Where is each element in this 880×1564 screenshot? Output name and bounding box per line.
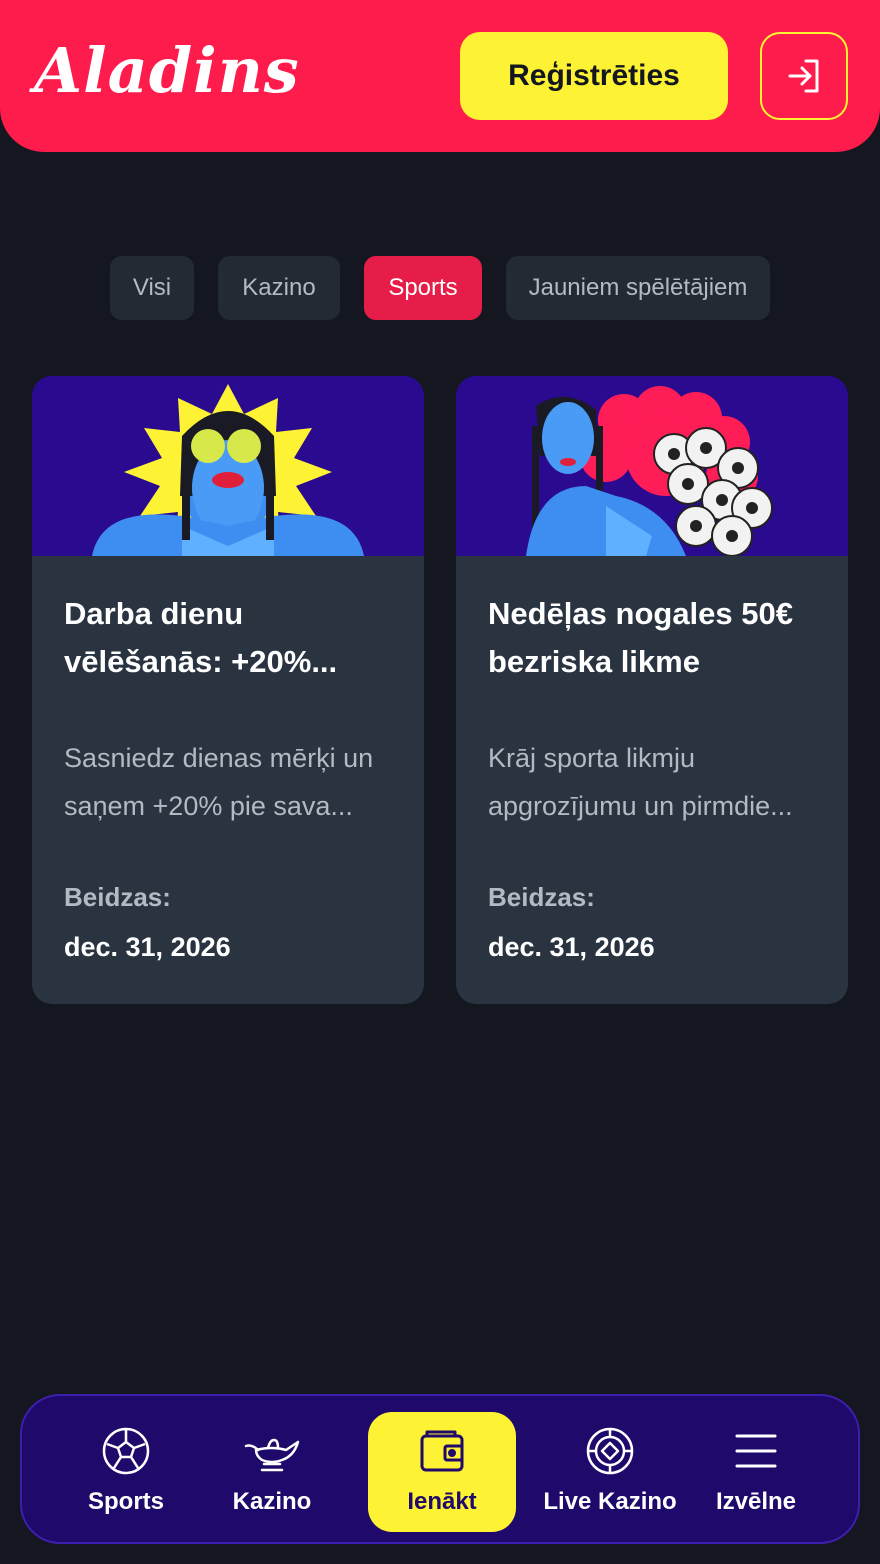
nav-item-sports[interactable]: Sports xyxy=(68,1412,184,1532)
promo-banner-image xyxy=(32,376,424,556)
promo-ends-date: dec. 31, 2026 xyxy=(64,932,231,962)
nav-label: Sports xyxy=(87,1488,164,1515)
promo-description: Sasniedz dienas mērķi un saņem +20% pie … xyxy=(64,743,374,821)
nav-item-live-casino[interactable]: Live Kazino xyxy=(543,1412,677,1532)
promo-ends-label: Beidzas: xyxy=(64,882,171,912)
promo-card[interactable]: Darba dienu vēlēšanās: +20%... Sasniedz … xyxy=(32,376,424,1004)
nav-label: Izvēlne xyxy=(715,1488,797,1515)
promo-title: Darba dienu vēlēšanās: +20%... xyxy=(64,596,338,679)
login-arrow-icon xyxy=(788,59,819,93)
filter-tab-new-players[interactable]: Jauniem spēlētājiem xyxy=(506,256,770,320)
login-button[interactable] xyxy=(760,32,848,120)
promo-ends-label: Beidzas: xyxy=(488,882,595,912)
filter-tab-casino[interactable]: Kazino xyxy=(218,256,340,320)
nav-item-menu[interactable]: Izvēlne xyxy=(698,1412,814,1532)
nav-item-casino[interactable]: Kazino xyxy=(214,1412,330,1532)
casino-chip-icon xyxy=(586,1427,634,1475)
brand-logo[interactable]: Aladins xyxy=(34,40,300,102)
promo-banner-image xyxy=(456,376,848,556)
promo-description: Krāj sporta likmju apgrozījumu un pirmdi… xyxy=(488,743,793,821)
wallet-icon xyxy=(420,1430,464,1472)
bottom-navigation: Sports Kazino Ienākt Live Kazino Izvēlne xyxy=(20,1394,860,1544)
soccer-ball-icon xyxy=(102,1427,150,1475)
promo-filter-tabs: Visi Kazino Sports Jauniem spēlētājiem xyxy=(0,256,880,320)
filter-tab-sports[interactable]: Sports xyxy=(364,256,482,320)
filter-tab-all[interactable]: Visi xyxy=(110,256,194,320)
promo-title: Nedēļas nogales 50€ bezriska likme xyxy=(488,596,793,679)
nav-label: Ienākt xyxy=(407,1488,477,1515)
nav-label: Kazino xyxy=(232,1488,312,1515)
promo-ends-date: dec. 31, 2026 xyxy=(488,932,655,962)
nav-label: Live Kazino xyxy=(543,1488,677,1515)
promo-card[interactable]: Nedēļas nogales 50€ bezriska likme Krāj … xyxy=(456,376,848,1004)
menu-icon xyxy=(735,1434,777,1468)
register-button[interactable]: Reģistrēties xyxy=(460,32,728,120)
nav-item-login[interactable]: Ienākt xyxy=(368,1412,516,1532)
magic-lamp-icon xyxy=(244,1438,300,1472)
top-header: Aladins Reģistrēties xyxy=(0,0,880,152)
